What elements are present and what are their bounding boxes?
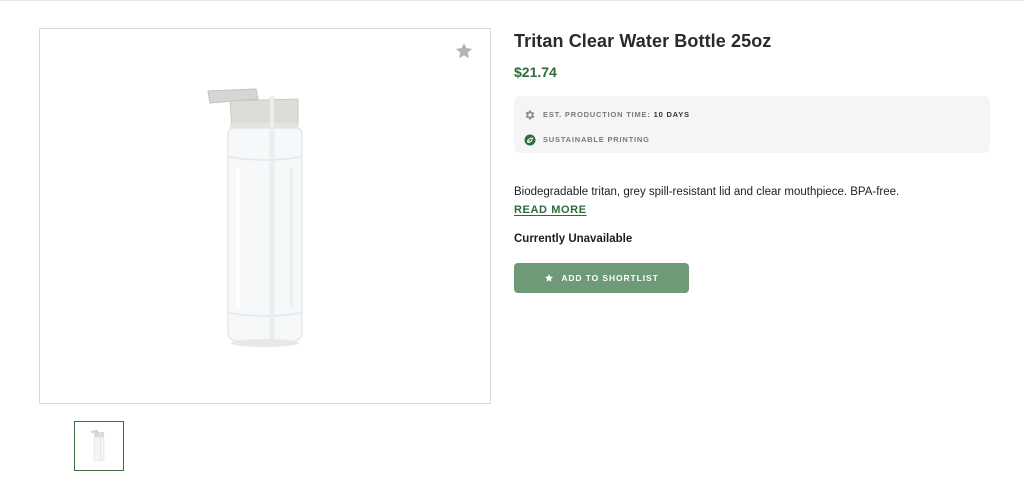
gear-icon bbox=[524, 108, 536, 120]
top-divider bbox=[0, 0, 1024, 1]
product-meta-box: EST. PRODUCTION TIME: 10 DAYS SUSTAINABL… bbox=[514, 96, 990, 153]
star-icon bbox=[544, 273, 554, 283]
add-to-shortlist-button[interactable]: ADD TO SHORTLIST bbox=[514, 263, 689, 293]
sustainable-printing-label: SUSTAINABLE PRINTING bbox=[543, 134, 650, 144]
sustainable-printing-row: SUSTAINABLE PRINTING bbox=[524, 129, 980, 149]
production-time-label: EST. PRODUCTION TIME: bbox=[543, 109, 651, 119]
read-more-link[interactable]: READ MORE bbox=[514, 201, 587, 219]
favorite-star-icon[interactable] bbox=[454, 41, 474, 61]
leaf-icon bbox=[524, 133, 536, 146]
production-time-value: 10 DAYS bbox=[653, 109, 690, 119]
production-time-row: EST. PRODUCTION TIME: 10 DAYS bbox=[524, 104, 980, 124]
water-bottle-thumbnail-image bbox=[91, 430, 105, 462]
product-description: Biodegradable tritan, grey spill-resista… bbox=[514, 186, 900, 198]
availability-status: Currently Unavailable bbox=[514, 233, 633, 245]
product-price: $21.74 bbox=[514, 64, 557, 80]
product-thumbnail[interactable] bbox=[74, 421, 124, 471]
product-info-panel: Tritan Clear Water Bottle 25oz $21.74 ES… bbox=[514, 28, 990, 293]
product-main-image bbox=[39, 28, 491, 404]
water-bottle-image bbox=[207, 88, 303, 347]
product-title: Tritan Clear Water Bottle 25oz bbox=[514, 31, 772, 51]
add-to-shortlist-label: ADD TO SHORTLIST bbox=[561, 273, 659, 283]
